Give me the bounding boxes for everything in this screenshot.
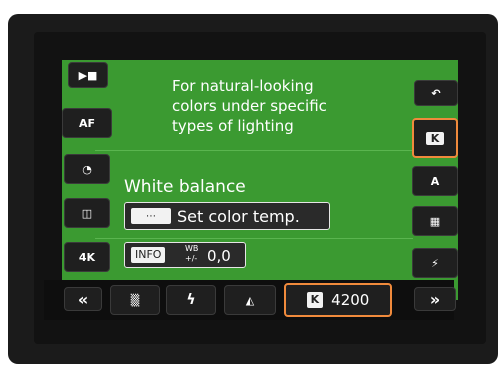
movie-mode-icon[interactable]: ▶■: [68, 62, 108, 88]
divider: [95, 150, 413, 151]
description-text: For natural-looking colors under specifi…: [172, 76, 402, 136]
wb-shift-button[interactable]: INFO WB +/- 0,0: [124, 242, 246, 268]
setting-title: White balance: [124, 177, 246, 197]
picture-style-icon[interactable]: A: [412, 166, 458, 196]
white-balance-selector[interactable]: ⋯ Set color temp.: [124, 202, 330, 230]
wb-shift-icon: WB +/-: [185, 244, 199, 263]
kelvin-option-selected[interactable]: K 4200: [284, 283, 392, 317]
af-mode-icon[interactable]: AF: [62, 108, 112, 138]
kelvin-icon: K: [306, 292, 324, 308]
color-temp-icon: ⋯: [131, 208, 171, 224]
metering-icon[interactable]: ◫: [64, 198, 110, 228]
custom-wb-icon[interactable]: ◭: [224, 285, 276, 315]
quality-icon[interactable]: 4K: [64, 242, 110, 272]
fluorescent-icon[interactable]: ▒: [110, 285, 160, 315]
description-line: For natural-looking: [172, 77, 314, 95]
kelvin-value: 4200: [331, 291, 370, 309]
shooting-info-icon[interactable]: ▦: [412, 206, 458, 236]
flash-off-icon[interactable]: ⚡: [412, 248, 458, 278]
back-icon[interactable]: ↶: [414, 80, 458, 106]
description-line: types of lighting: [172, 117, 294, 135]
scroll-left-button[interactable]: «: [64, 287, 102, 311]
info-chip: INFO: [131, 247, 166, 263]
wb-shift-value: 0,0: [207, 247, 231, 265]
divider: [95, 238, 413, 239]
flash-icon[interactable]: ϟ: [166, 285, 216, 315]
drive-timer-icon[interactable]: ◔: [64, 154, 110, 184]
kelvin-icon[interactable]: K: [412, 118, 458, 158]
wb-mode-label: Set color temp.: [177, 207, 300, 226]
scroll-right-button[interactable]: »: [414, 287, 456, 311]
description-line: colors under specific: [172, 97, 327, 115]
